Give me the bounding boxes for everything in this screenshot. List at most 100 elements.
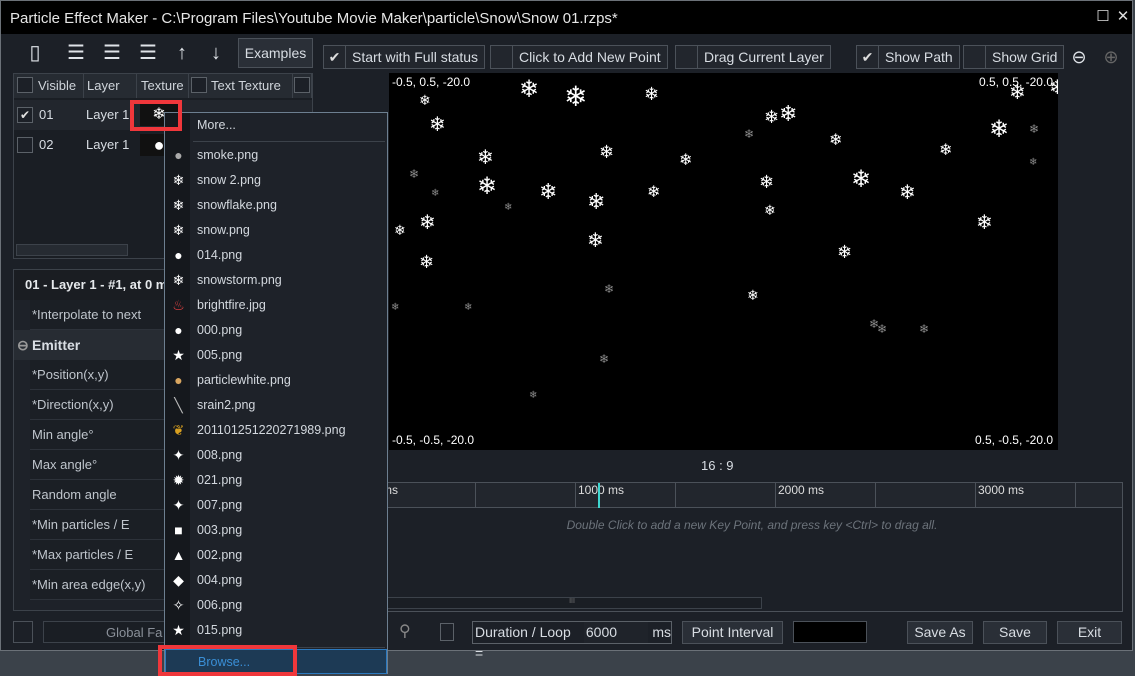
show-grid-toggle[interactable]: Show Grid <box>963 45 1065 69</box>
add-point-toggle[interactable]: Click to Add New Point <box>490 45 668 69</box>
menu-item-texture[interactable]: ★ 005.png <box>165 343 387 368</box>
zoom-out-icon[interactable]: ⊖ <box>1067 45 1091 69</box>
snowflake-particle: ❄ <box>919 322 930 336</box>
point-interval-button[interactable]: Point Interval <box>682 621 783 644</box>
snowflake-particle: ❄ <box>429 114 446 136</box>
menu-item-texture[interactable]: ● particlewhite.png <box>165 368 387 393</box>
open-file-icon[interactable]: ▯ <box>23 41 47 65</box>
loop-checkbox[interactable] <box>440 623 454 641</box>
property-row[interactable]: Min angle° <box>30 420 180 450</box>
header-extra[interactable] <box>293 74 312 98</box>
section-emitter[interactable]: ⊖ Emitter <box>14 330 174 360</box>
menu-item-texture[interactable]: ★ 015.png <box>165 618 387 643</box>
menu-item-texture[interactable]: ● smoke.png <box>165 143 387 168</box>
close-icon[interactable]: ✕ <box>1115 9 1131 25</box>
exit-button[interactable]: Exit <box>1057 621 1122 644</box>
property-row[interactable]: Max angle° <box>30 450 180 480</box>
snowflake-particle: ❄ <box>744 127 755 141</box>
property-row[interactable]: *Min particles / E <box>30 510 180 540</box>
start-full-status-toggle[interactable]: ✔ Start with Full status <box>323 45 486 69</box>
snowflake-particle: ❄ <box>599 142 615 162</box>
menu-item-texture[interactable]: ╲ srain2.png <box>165 393 387 418</box>
checkbox[interactable] <box>676 46 698 68</box>
timeline-ruler[interactable]: ms 1000 ms 2000 ms 3000 ms <box>382 483 1122 508</box>
menu-item-texture[interactable]: ● 000.png <box>165 318 387 343</box>
property-row[interactable]: *Position(x,y) <box>30 360 180 390</box>
menu-item-more[interactable]: More... <box>165 113 387 138</box>
examples-button[interactable]: Examples <box>238 38 313 68</box>
property-row[interactable]: *Min area edge(x,y) <box>30 570 180 600</box>
menu-item-texture[interactable]: ● 014.png <box>165 243 387 268</box>
save-as-button[interactable]: Save As <box>907 621 973 644</box>
snowflake-particle: ❄ <box>504 202 513 213</box>
timeline-scrollbar[interactable]: III <box>382 597 762 609</box>
add-layer-icon[interactable]: ☰ <box>64 41 88 65</box>
menu-item-texture[interactable]: ✧ 006.png <box>165 593 387 618</box>
timeline[interactable]: ms 1000 ms 2000 ms 3000 ms Double Click … <box>381 482 1123 612</box>
zoom-in-icon[interactable]: ⊕ <box>1099 45 1123 69</box>
menu-item-texture[interactable]: ❄ snow 2.png <box>165 168 387 193</box>
select-all-checkbox[interactable] <box>17 77 33 93</box>
menu-item-texture[interactable]: ◆ 004.png <box>165 568 387 593</box>
visible-checkbox[interactable]: ✔ <box>17 107 33 123</box>
property-row[interactable]: Random angle <box>30 480 180 510</box>
snowflake-particle: ❄ <box>647 184 661 201</box>
playhead[interactable] <box>598 483 600 508</box>
walker-icon[interactable]: ⚲ <box>399 621 411 641</box>
snowflake-icon: ❄ <box>172 222 185 238</box>
snowflake-particle: ❄ <box>759 172 775 192</box>
property-row[interactable]: *Max particles / E <box>30 540 180 570</box>
property-row[interactable]: *Direction(x,y) <box>30 390 180 420</box>
collapse-icon[interactable]: ⊖ <box>17 330 29 360</box>
snowflake-particle: ❄ <box>644 84 660 104</box>
snowflake-particle: ❄ <box>877 322 888 336</box>
glow-icon: ● <box>174 372 183 388</box>
save-button[interactable]: Save <box>983 621 1047 644</box>
menu-item-texture[interactable]: ❄ snowstorm.png <box>165 268 387 293</box>
menu-item-texture[interactable]: ❦ 201101251220271989.png <box>165 418 387 443</box>
snowflake-icon: ❄ <box>172 272 185 288</box>
delete-layer-icon[interactable]: ☰ <box>100 41 124 65</box>
menu-item-texture[interactable]: ❄ snow.png <box>165 218 387 243</box>
duration-input[interactable]: 6000 <box>583 622 649 643</box>
triangle-icon: ▲ <box>171 547 186 563</box>
checkbox[interactable] <box>294 77 310 93</box>
move-up-icon[interactable]: ↑ <box>170 41 194 65</box>
header-texture[interactable]: Texture <box>137 74 189 98</box>
checkbox[interactable] <box>191 77 207 93</box>
highlight-browse <box>158 645 297 676</box>
property-interpolate[interactable]: *Interpolate to next <box>30 300 180 330</box>
snowflake-particle: ❄ <box>779 101 798 126</box>
menu-item-texture[interactable]: ♨ brightfire.jpg <box>165 293 387 318</box>
snowflake-particle: ❄ <box>391 302 400 313</box>
global-checkbox[interactable] <box>13 621 33 643</box>
color-swatch[interactable] <box>793 621 867 643</box>
menu-item-texture[interactable]: ▲ 002.png <box>165 543 387 568</box>
header-visible[interactable]: Visible <box>14 74 84 98</box>
header-layer[interactable]: Layer <box>84 74 137 98</box>
snowflake-particle: ❄ <box>747 287 759 303</box>
header-text-texture[interactable]: Text Texture <box>189 74 293 98</box>
particle-preview[interactable]: -0.5, 0.5, -20.0 0.5, 0.5, -20.0 -0.5, -… <box>389 73 1058 450</box>
visible-checkbox[interactable] <box>17 137 33 153</box>
window-title: Particle Effect Maker - C:\Program Files… <box>10 10 618 27</box>
menu-item-texture[interactable]: ❄ snowflake.png <box>165 193 387 218</box>
delete-all-layers-icon[interactable]: ☰ <box>136 41 160 65</box>
menu-item-texture[interactable]: ✦ 008.png <box>165 443 387 468</box>
move-down-icon[interactable]: ↓ <box>204 41 228 65</box>
show-path-toggle[interactable]: ✔ Show Path <box>856 45 960 69</box>
global-field[interactable]: Global Fa <box>43 621 173 643</box>
rain-streak-icon: ╲ <box>174 397 183 413</box>
horizontal-scrollbar[interactable] <box>16 244 128 256</box>
checkbox[interactable]: ✔ <box>857 46 879 68</box>
checkbox[interactable] <box>964 46 986 68</box>
snowflake-particle: ❄ <box>1049 77 1058 99</box>
checkbox[interactable] <box>491 46 513 68</box>
menu-item-texture[interactable]: ✦ 007.png <box>165 493 387 518</box>
aspect-ratio[interactable]: 16 : 9 <box>701 458 734 473</box>
checkbox[interactable]: ✔ <box>324 46 346 68</box>
drag-layer-toggle[interactable]: Drag Current Layer <box>675 45 831 69</box>
menu-item-texture[interactable]: ■ 003.png <box>165 518 387 543</box>
maximize-icon[interactable]: ☐ <box>1095 9 1111 25</box>
menu-item-texture[interactable]: ✹ 021.png <box>165 468 387 493</box>
